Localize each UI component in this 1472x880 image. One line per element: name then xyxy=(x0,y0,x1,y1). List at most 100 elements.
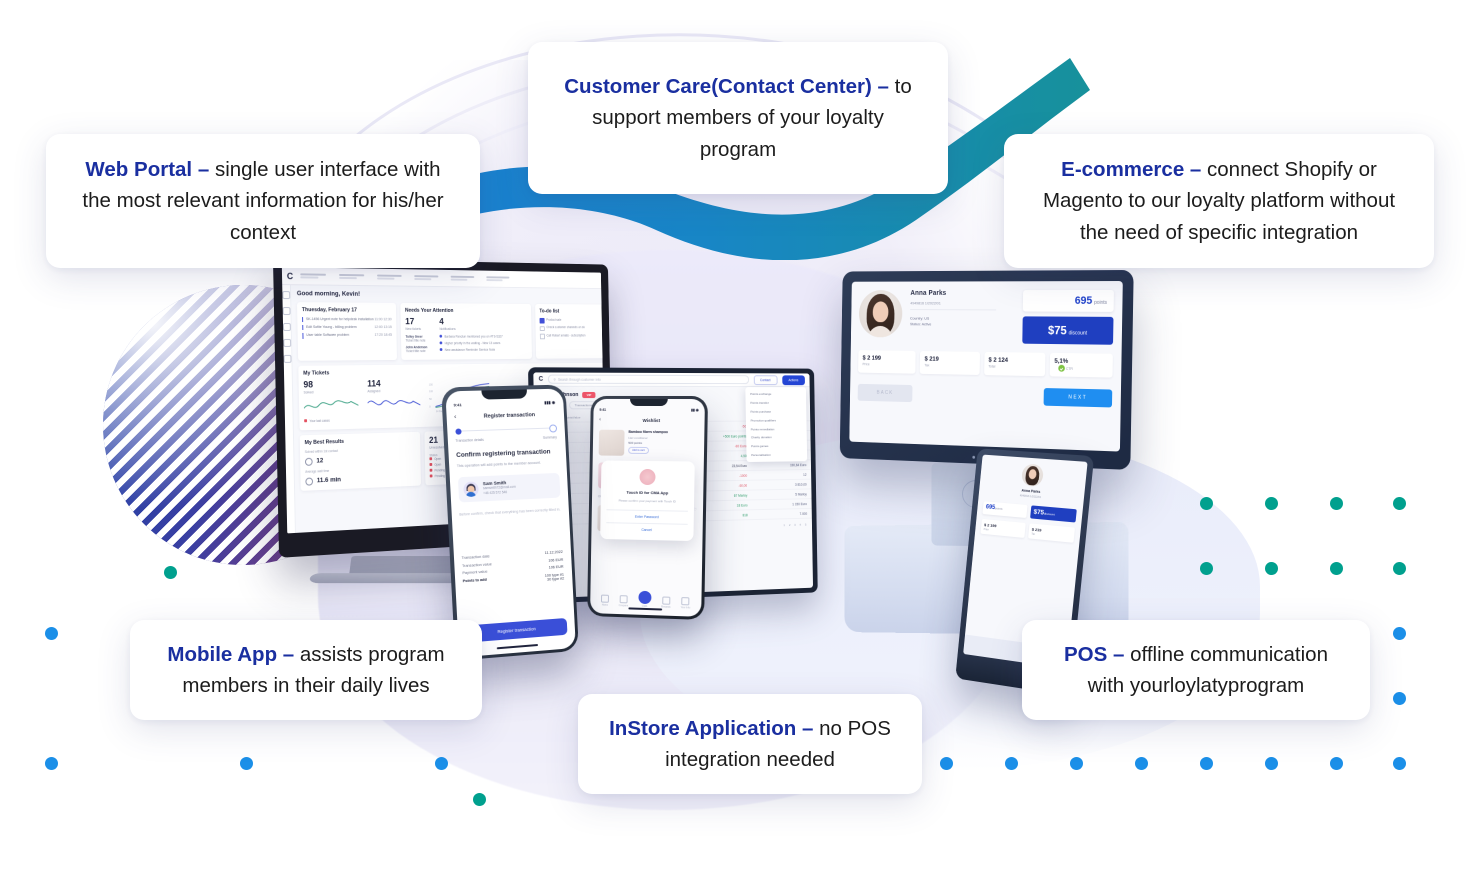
notification-text: Higher priority in the waiting - New 13 … xyxy=(444,341,501,346)
attention-card: Needs Your Attention 17 New tickets Toll… xyxy=(400,302,532,360)
back-chevron-icon[interactable]: ‹ xyxy=(599,417,601,423)
member-avatar xyxy=(1020,463,1045,488)
screen-title: Register transaction xyxy=(483,411,536,420)
coupon-icon xyxy=(619,594,628,603)
todo-item[interactable]: Product sale xyxy=(539,318,606,324)
cell-value: 7.000 xyxy=(799,511,808,516)
brand-logo: C xyxy=(286,270,294,281)
next-button[interactable]: NEXT xyxy=(1043,388,1113,408)
nav-item[interactable] xyxy=(450,275,480,281)
todo-item[interactable]: Check customer channels on sk xyxy=(539,325,606,332)
menu-item[interactable]: Points transfer xyxy=(746,399,807,408)
agenda-row[interactable]: SK-1456 Urgent note for helpdesk install… xyxy=(302,317,392,323)
home-indicator xyxy=(628,607,663,611)
notification-text: New assistance Reminder Service Note xyxy=(444,347,496,352)
actions-button[interactable]: Actions xyxy=(781,374,805,385)
agenda-text: User table Software problem xyxy=(306,333,350,338)
tab-coupons[interactable]: Coupons xyxy=(619,594,629,607)
callout-title: POS xyxy=(1063,642,1108,666)
status-icons: ▮▮ ◉ xyxy=(690,408,699,413)
add-to-cart-button[interactable]: Add to cart xyxy=(628,447,649,455)
user-icon[interactable] xyxy=(282,322,291,331)
agenda-row[interactable]: User table Software problem 17:20 18:45 xyxy=(302,333,392,339)
fingerprint-icon xyxy=(639,468,656,486)
callout-customer-care: Customer Care(Contact Center) – to suppo… xyxy=(528,42,948,194)
stat-ctr: 5,1% CTR xyxy=(1049,352,1113,378)
status-name: Open xyxy=(434,462,442,467)
clock-icon[interactable] xyxy=(283,354,292,363)
nav-item[interactable] xyxy=(338,273,371,280)
confirm-subheading: This operation will add points to the me… xyxy=(456,460,541,468)
checkbox-icon[interactable] xyxy=(539,333,545,339)
back-button[interactable]: BACK xyxy=(857,383,913,403)
confirm-note: Before confirm, check that everything ha… xyxy=(459,507,561,517)
assigned-value: 114 xyxy=(367,378,381,389)
stat-value: $ 2 199 xyxy=(983,521,997,528)
checkbox-icon[interactable] xyxy=(539,326,545,332)
grid-icon[interactable] xyxy=(282,307,291,316)
todo-item[interactable]: Call Robert emails - subscription xyxy=(539,333,606,339)
stat-tax: $ 219 Tax xyxy=(1028,522,1076,543)
discount-unit: discount xyxy=(1068,330,1088,337)
stat-label: Tax xyxy=(1031,532,1036,536)
solved-value: 98 xyxy=(303,379,314,390)
search-input[interactable]: ⚲ Search through customer info xyxy=(548,374,749,385)
menu-item[interactable]: Points purchase xyxy=(746,407,807,416)
pos-kiosk: Anna Parks 4949816 1/2022/01 Country: US… xyxy=(839,269,1134,470)
nav-item[interactable] xyxy=(413,274,444,281)
member-phone: +46 425 572 546 xyxy=(483,490,508,496)
product-sub: Hair conditioner xyxy=(628,435,648,440)
checkbox-icon[interactable] xyxy=(539,318,545,324)
illustration-canvas: C Good morning, Kevin! Thuesday, Februar… xyxy=(0,0,1472,880)
callout-ecommerce: E-commerce – connect Shopify or Magento … xyxy=(1004,134,1434,268)
nav-item[interactable] xyxy=(376,274,408,280)
page-number[interactable]: 5 xyxy=(805,523,807,527)
tab-your-info[interactable]: Your Info xyxy=(681,596,691,609)
actions-dropdown-menu[interactable]: Points exchange Points transfer Points p… xyxy=(745,387,808,463)
check-icon xyxy=(304,457,313,466)
member-status: Status: Active xyxy=(909,321,932,327)
menu-item[interactable]: Personalisation xyxy=(746,450,807,459)
touch-id-modal: Touch ID for CMA App Please confirm your… xyxy=(600,460,695,541)
status-time: 9:41 xyxy=(453,401,462,407)
stat-price: $ 2 199 Price xyxy=(980,518,1026,538)
progress-stepper xyxy=(454,423,557,435)
best-results-title: My Best Results xyxy=(304,438,345,446)
back-chevron-icon[interactable]: ‹ xyxy=(454,414,456,420)
home-indicator xyxy=(496,643,539,649)
stat-value: $ 2 124 xyxy=(988,356,1009,364)
cell-value: 5 Marloy xyxy=(795,492,807,497)
member-card[interactable]: Sam Smith samsmith72@mail.com +46 425 57… xyxy=(457,472,561,503)
product-image xyxy=(598,429,625,456)
enter-password-button[interactable]: Enter Password xyxy=(606,508,688,520)
chart-tick: 100 xyxy=(428,390,433,394)
modal-body: Please confirm your payment with Touch I… xyxy=(618,498,676,504)
agenda-row[interactable]: Edit Sofite Young - billing problem 12:0… xyxy=(302,325,392,331)
page-number[interactable]: 4 xyxy=(799,523,801,527)
cancel-button[interactable]: Cancel xyxy=(606,521,688,533)
nav-item[interactable] xyxy=(485,276,515,282)
menu-item[interactable]: Promotion qualifiers xyxy=(746,416,807,425)
nav-item[interactable] xyxy=(299,273,332,279)
tab-home[interactable]: Home xyxy=(601,594,610,607)
page-number[interactable]: 3 xyxy=(794,523,796,527)
tag-icon[interactable] xyxy=(283,338,292,347)
todo-text: Check customer channels on sk xyxy=(546,325,585,330)
wishlist-item[interactable]: Bamboo fibers shampoo Hair conditioner 5… xyxy=(598,429,699,457)
agenda-title: Thuesday, February 17 xyxy=(301,307,357,314)
wishlist-title: Wishlist xyxy=(642,417,661,423)
tab-cma[interactable]: CMA xyxy=(638,590,652,608)
contact-button[interactable]: Contact xyxy=(753,374,778,385)
tab-rewards[interactable]: Rewards xyxy=(661,595,671,609)
best-results-value: 11.6 min xyxy=(316,476,342,485)
menu-item[interactable]: Points exchange xyxy=(745,390,806,399)
person-role: Ticket title note xyxy=(405,349,426,354)
callout-title: InStore Application xyxy=(609,716,797,740)
callout-dash: – xyxy=(1189,158,1202,182)
page-number[interactable]: 1 xyxy=(783,524,785,528)
transaction-summary: Transaction date 11.12.2022 Transaction v… xyxy=(461,548,564,589)
page-number[interactable]: 2 xyxy=(789,523,791,527)
home-icon[interactable] xyxy=(282,291,291,300)
summary-value: 106 EUR xyxy=(548,557,564,563)
person-role: Ticket title note xyxy=(405,339,426,343)
